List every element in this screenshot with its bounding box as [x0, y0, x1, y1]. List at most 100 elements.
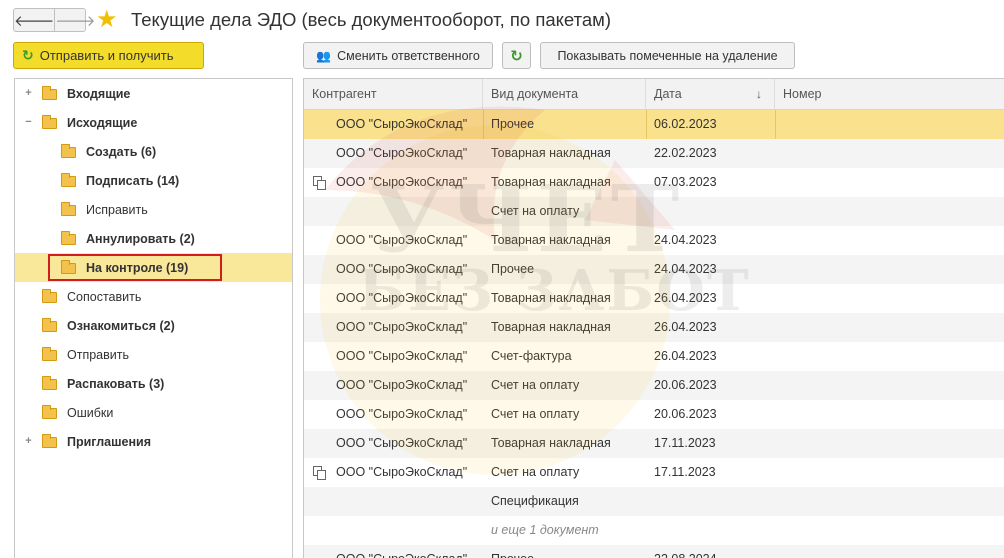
cell-doc-type: Счет на оплату [491, 465, 580, 479]
cell-doc-type: Счет на оплату [491, 407, 580, 421]
column-header-doc-type[interactable]: Вид документа [483, 79, 646, 109]
cell-date: 24.04.2023 [654, 262, 717, 276]
people-icon: 👥 [316, 48, 332, 63]
folder-tree: + Входящие − Исходящие Создать (6) Подписать … [14, 78, 293, 558]
table-row[interactable]: и еще 1 документ [304, 516, 1004, 545]
cell-doc-type: Прочее [491, 545, 534, 558]
tree-item-label: Подписать (14) [86, 173, 180, 188]
tree-item-label: Входящие [67, 86, 131, 101]
cell-agent: ООО "СыроЭкоСклад" [336, 262, 468, 276]
cell-doc-type: Счет на оплату [491, 204, 580, 218]
folder-icon [61, 231, 76, 245]
tree-item-label: Создать (6) [86, 144, 157, 159]
column-header-number[interactable]: Номер [775, 79, 1004, 109]
tree-item[interactable]: Ознакомиться (2) [15, 311, 292, 340]
cell-doc-type: Прочее [491, 262, 535, 276]
tree-item[interactable]: + Входящие [15, 79, 292, 108]
table-row[interactable]: Спецификация [304, 487, 1004, 516]
page-title: Текущие дела ЭДО (весь документооборот, … [131, 9, 612, 30]
tree-item-label: Сопоставить [67, 289, 142, 304]
tree-item[interactable]: Ошибки [15, 398, 292, 427]
change-responsible-label: Сменить ответственного [337, 48, 480, 63]
cell-doc-type: и еще 1 документ [491, 523, 599, 537]
folder-icon [42, 86, 57, 100]
forward-button[interactable]: 🡒 [54, 9, 95, 31]
expand-icon[interactable]: + [23, 436, 34, 447]
cell-doc-type: Товарная накладная [491, 233, 611, 247]
tree-item[interactable]: На контроле (19) [15, 253, 292, 282]
tree-item-label: Ознакомиться (2) [67, 318, 175, 333]
back-button[interactable]: 🡐 [14, 9, 54, 31]
cell-agent: ООО "СыроЭкоСклад" [336, 378, 468, 392]
cell-date: 17.11.2023 [654, 465, 716, 479]
tree-item[interactable]: Аннулировать (2) [15, 224, 292, 253]
cell-doc-type: Товарная накладная [491, 436, 611, 450]
expand-icon[interactable]: + [23, 88, 34, 99]
table-row[interactable]: ООО "СыроЭкоСклад" Счет на оплату 20.06.20… [304, 371, 1004, 400]
title-bar: 🡐 🡒 ★ Текущие дела ЭДО (весь документооб… [0, 0, 1004, 40]
star-icon[interactable]: ★ [96, 6, 118, 34]
tree-item[interactable]: − Исходящие [15, 108, 292, 137]
column-header-agent[interactable]: Контрагент [304, 79, 483, 109]
send-receive-button[interactable]: ↻ Отправить и получить [13, 42, 204, 69]
table-row[interactable]: ООО "СыроЭкоСклад" Товарная накладная 22.0… [304, 139, 1004, 168]
table-row[interactable]: ООО "СыроЭкоСклад" Товарная накладная 26.0… [304, 313, 1004, 342]
cell-agent: ООО "СыроЭкоСклад" [336, 117, 468, 131]
folder-icon [42, 318, 57, 332]
table-row[interactable]: ООО "СыроЭкоСклад" Прочее 24.04.2023 [304, 255, 1004, 284]
tree-item[interactable]: Исправить [15, 195, 292, 224]
table-row[interactable]: ООО "СыроЭкоСклад" Счет на оплату 17.11.20… [304, 458, 1004, 487]
folder-icon [61, 173, 76, 187]
cell-doc-type: Товарная накладная [491, 146, 611, 160]
folder-icon [61, 260, 76, 274]
cell-date: 24.04.2023 [654, 233, 717, 247]
column-divider [483, 110, 484, 139]
cell-agent: ООО "СыроЭкоСклад" [336, 291, 468, 305]
tree-item[interactable]: Подписать (14) [15, 166, 292, 195]
table-row[interactable]: ООО "СыроЭкоСклад" Прочее 22.08.2024 [304, 545, 1004, 558]
cell-date: 26.04.2023 [654, 349, 717, 363]
tree-item[interactable]: Создать (6) [15, 137, 292, 166]
table-row[interactable]: ООО "СыроЭкоСклад" Товарная накладная 26.0… [304, 284, 1004, 313]
folder-icon [42, 376, 57, 390]
cell-date: 07.03.2023 [654, 175, 717, 189]
tree-item-label: Аннулировать (2) [86, 231, 195, 246]
cell-agent: ООО "СыроЭкоСклад" [336, 175, 468, 189]
tree-item-label: Исходящие [67, 115, 138, 130]
refresh-button[interactable]: ↻ [502, 42, 531, 69]
table-row[interactable]: Счет на оплату [304, 197, 1004, 226]
show-deleted-button[interactable]: Показывать помеченные на удаление [540, 42, 795, 69]
cell-date: 20.06.2023 [654, 407, 717, 421]
tree-item[interactable]: + Приглашения [15, 427, 292, 456]
tree-item-label: Распаковать (3) [67, 376, 165, 391]
cell-agent: ООО "СыроЭкоСклад" [336, 320, 468, 334]
table-row[interactable]: ООО "СыроЭкоСклад" Товарная накладная 24.0… [304, 226, 1004, 255]
table-row[interactable]: ООО "СыроЭкоСклад" Счет-фактура 26.04.2023 [304, 342, 1004, 371]
tree-item[interactable]: Сопоставить [15, 282, 292, 311]
tree-item[interactable]: Отправить [15, 340, 292, 369]
column-header-date[interactable]: Дата ↓ [646, 79, 775, 109]
cell-doc-type: Прочее [491, 117, 535, 131]
cell-agent: ООО "СыроЭкоСклад" [336, 349, 468, 363]
cell-date: 06.02.2023 [654, 117, 717, 131]
tree-item-label: Отправить [67, 347, 129, 362]
column-divider [775, 110, 776, 139]
cell-doc-type: Счет на оплату [491, 378, 580, 392]
package-icon [313, 466, 327, 480]
tree-item-label: Исправить [86, 202, 148, 217]
change-responsible-button[interactable]: 👥 Сменить ответственного [303, 42, 493, 69]
collapse-icon[interactable]: − [23, 117, 34, 128]
cell-doc-type: Товарная накладная [491, 320, 611, 334]
show-deleted-label: Показывать помеченные на удаление [557, 48, 778, 63]
table-row[interactable]: ООО "СыроЭкоСклад" Счет на оплату 20.06.20… [304, 400, 1004, 429]
column-divider [646, 110, 647, 139]
package-icon [313, 176, 327, 190]
folder-icon [61, 144, 76, 158]
cell-doc-type: Товарная накладная [491, 291, 611, 305]
tree-item[interactable]: Распаковать (3) [15, 369, 292, 398]
table-row[interactable]: ООО "СыроЭкоСклад" Товарная накладная 17.1… [304, 429, 1004, 458]
folder-icon [42, 115, 57, 129]
folder-icon [42, 289, 57, 303]
table-row[interactable]: ООО "СыроЭкоСклад" Прочее 06.02.2023 [304, 110, 1004, 139]
table-row[interactable]: ООО "СыроЭкоСклад" Товарная накладная 07.0… [304, 168, 1004, 197]
